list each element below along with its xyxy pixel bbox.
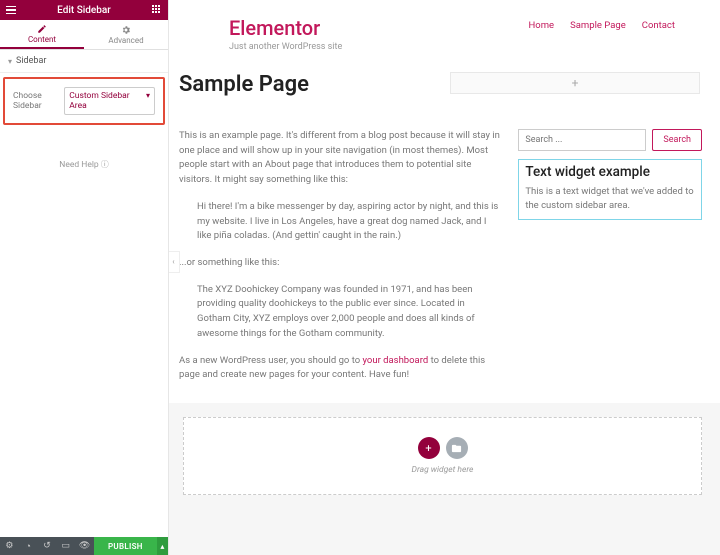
publish-button[interactable]: PUBLISH <box>94 537 157 555</box>
footer-navigator-icon[interactable]: ◔ <box>19 537 38 555</box>
dropzone-text: Drag widget here <box>412 465 474 475</box>
tab-content[interactable]: Content <box>0 20 84 49</box>
site-nav: Home Sample Page Contact <box>529 16 690 31</box>
quote-2: The XYZ Doohickey Company was founded in… <box>197 283 500 342</box>
tab-advanced[interactable]: Advanced <box>84 20 168 49</box>
dashboard-link[interactable]: your dashboard <box>362 355 428 366</box>
footer-preview-icon[interactable]: 👁 <box>75 537 94 555</box>
footer-responsive-icon[interactable]: ▭ <box>56 537 75 555</box>
text-widget-body: This is a text widget that we've added t… <box>519 185 701 219</box>
publish-options-icon[interactable]: ▴ <box>157 537 168 555</box>
choose-sidebar-select[interactable]: Custom Sidebar Area <box>64 87 155 115</box>
panel-header: Edit Sidebar <box>0 0 168 20</box>
main-content: ‹ This is an example page. It's differen… <box>179 129 500 395</box>
template-folder-icon[interactable] <box>446 437 468 459</box>
panel-collapse-icon[interactable]: ‹ <box>169 251 180 273</box>
text-widget: Text widget example This is a text widge… <box>518 159 702 220</box>
content-wrap: ‹ This is an example page. It's differen… <box>169 109 720 403</box>
search-widget: Search <box>518 129 702 151</box>
editor-panel: Edit Sidebar Content Advanced Sidebar Ch… <box>0 0 169 555</box>
preview-area: Elementor Just another WordPress site Ho… <box>169 0 720 555</box>
site-tagline: Just another WordPress site <box>229 42 342 52</box>
nav-sample-page[interactable]: Sample Page <box>570 20 626 31</box>
footer-settings-icon[interactable]: ⚙ <box>0 537 19 555</box>
paragraph-2: ...or something like this: <box>179 256 500 271</box>
need-help-link[interactable]: Need Help <box>0 159 168 170</box>
site-title: Elementor <box>229 16 342 40</box>
sidebar-widget-area: Search Text widget example This is a tex… <box>518 129 702 395</box>
widget-dropzone[interactable]: + Drag widget here <box>183 417 702 495</box>
gear-icon <box>121 25 131 35</box>
search-input[interactable] <box>518 129 646 151</box>
panel-tabs: Content Advanced <box>0 20 168 50</box>
quote-1: Hi there! I'm a bike messenger by day, a… <box>197 200 500 244</box>
panel-title: Edit Sidebar <box>0 5 168 16</box>
page-title: Sample Page <box>179 72 440 97</box>
page-title-row: Sample Page + <box>169 62 720 109</box>
choose-sidebar-control: Choose Sidebar Custom Sidebar Area <box>3 77 165 125</box>
text-widget-title: Text widget example <box>519 160 701 185</box>
add-section-placeholder[interactable]: + <box>450 72 700 94</box>
paragraph-3: As a new WordPress user, you should go t… <box>179 354 500 383</box>
footer-history-icon[interactable]: ↺ <box>38 537 57 555</box>
site-header: Elementor Just another WordPress site Ho… <box>169 0 720 62</box>
add-widget-icon[interactable]: + <box>418 437 440 459</box>
section-sidebar-toggle[interactable]: Sidebar <box>0 50 168 73</box>
nav-home[interactable]: Home <box>529 20 555 31</box>
choose-sidebar-label: Choose Sidebar <box>13 91 64 111</box>
panel-footer: ⚙ ◔ ↺ ▭ 👁 PUBLISH ▴ <box>0 537 168 555</box>
search-button[interactable]: Search <box>652 129 702 151</box>
apps-icon[interactable] <box>152 5 162 15</box>
intro-paragraph: This is an example page. It's different … <box>179 129 500 188</box>
nav-contact[interactable]: Contact <box>642 20 675 31</box>
pencil-icon <box>37 24 47 34</box>
site-brand: Elementor Just another WordPress site <box>229 16 342 52</box>
